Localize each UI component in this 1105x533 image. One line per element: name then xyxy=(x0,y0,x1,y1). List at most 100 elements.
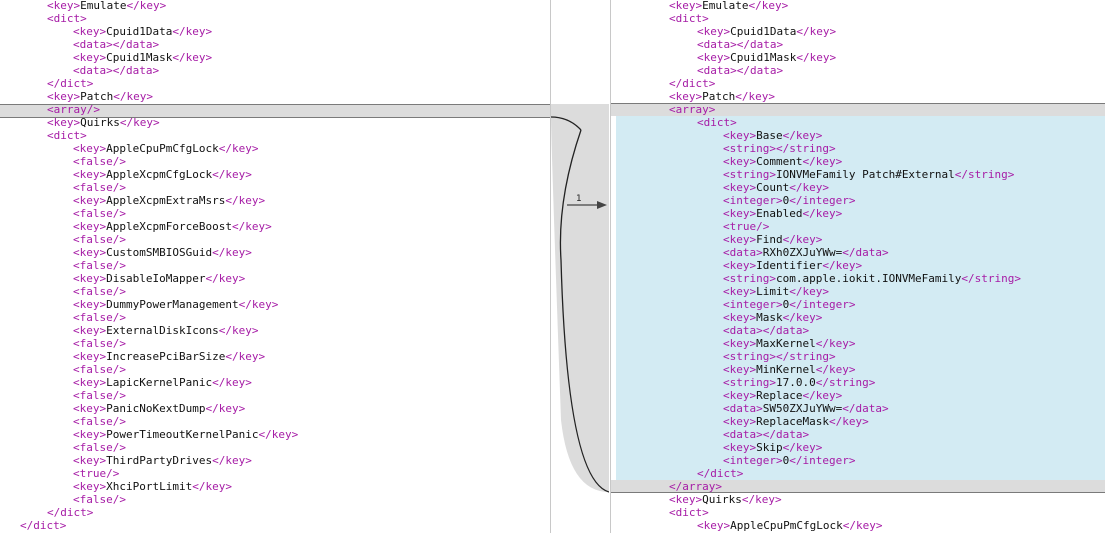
xml-tag: <false/> xyxy=(73,285,126,298)
left-code-line: <key>XhciPortLimit</key> xyxy=(0,480,550,493)
left-code-line: <key>Emulate</key> xyxy=(0,0,550,12)
change-connector-fill xyxy=(551,104,609,492)
xml-tag: </key> xyxy=(782,311,823,324)
right-code-line: <integer>0</integer> xyxy=(611,194,1105,207)
xml-tag: <key> xyxy=(723,233,757,246)
xml-text: Cpuid1Mask xyxy=(730,51,797,64)
xml-tag: <key> xyxy=(723,311,757,324)
xml-tag: <key> xyxy=(73,298,107,311)
left-code-line: <key>PowerTimeoutKernelPanic</key> xyxy=(0,428,550,441)
right-code-line: <data>RXh0ZXJuYWw=</data> xyxy=(611,246,1105,259)
xml-tag: <key> xyxy=(73,350,107,363)
xml-tag: <key> xyxy=(723,337,757,350)
xml-tag: <data></data> xyxy=(723,428,810,441)
xml-tag: <key> xyxy=(723,181,757,194)
xml-tag: </dict> xyxy=(669,77,716,90)
xml-tag: </key> xyxy=(212,376,252,389)
xml-tag: </data> xyxy=(842,402,889,415)
xml-tag: <key> xyxy=(73,168,107,181)
xml-text: DisableIoMapper xyxy=(106,272,206,285)
xml-tag: <array> xyxy=(669,103,716,116)
xml-tag: </key> xyxy=(205,272,246,285)
xml-text: RXh0ZXJuYWw= xyxy=(762,246,843,259)
xml-text: XhciPortLimit xyxy=(106,480,193,493)
xml-tag: </dict> xyxy=(20,519,67,532)
left-file-pane[interactable]: <key>Emulate</key> <dict> <key>Cpuid1Data<… xyxy=(0,0,551,533)
right-file-pane[interactable]: <key>Emulate</key> <dict> <key>Cpuid1Data<… xyxy=(610,0,1105,533)
change-count-label: 1 xyxy=(576,194,582,204)
right-code-line: <key>Quirks</key> xyxy=(611,493,1105,506)
right-code-line: <key>MinKernel</key> xyxy=(611,363,1105,376)
xml-text: Identifier xyxy=(756,259,823,272)
left-code-line: <false/> xyxy=(0,285,550,298)
xml-tag: </data> xyxy=(842,246,889,259)
left-code-line: <key>AppleXcpmForceBoost</key> xyxy=(0,220,550,233)
xml-tag: <key> xyxy=(73,402,107,415)
xml-text: AppleCpuPmCfgLock xyxy=(106,142,219,155)
xml-text: DummyPowerManagement xyxy=(106,298,239,311)
xml-tag: </key> xyxy=(802,207,843,220)
xml-tag: </array> xyxy=(669,480,722,493)
xml-tag: </key> xyxy=(225,350,266,363)
xml-tag: <false/> xyxy=(73,363,126,376)
right-code-line: <key>Limit</key> xyxy=(611,285,1105,298)
xml-text: MaxKernel xyxy=(756,337,816,350)
xml-tag: <key> xyxy=(723,259,757,272)
xml-tag: <key> xyxy=(723,155,757,168)
xml-tag: <dict> xyxy=(47,129,87,142)
xml-tag: </key> xyxy=(815,337,856,350)
xml-text: AppleXcpmForceBoost xyxy=(106,220,232,233)
right-code-line: </dict> xyxy=(611,467,1105,480)
right-code-line: <integer>0</integer> xyxy=(611,298,1105,311)
xml-tag: </string> xyxy=(961,272,1022,285)
left-code-line: <key>IncreasePciBarSize</key> xyxy=(0,350,550,363)
left-code-line: <key>Quirks</key> xyxy=(0,116,550,129)
xml-tag: </key> xyxy=(172,25,213,38)
xml-tag: </integer> xyxy=(789,298,856,311)
xml-text: Replace xyxy=(756,389,803,402)
right-code-line: <integer>0</integer> xyxy=(611,454,1105,467)
xml-text: Patch xyxy=(702,90,736,103)
xml-tag: <false/> xyxy=(73,337,126,350)
xml-tag: </integer> xyxy=(789,194,856,207)
xml-tag: <data></data> xyxy=(723,324,810,337)
xml-text: Base xyxy=(756,129,783,142)
xml-text: Count xyxy=(756,181,790,194)
xml-tag: <key> xyxy=(73,194,107,207)
left-code-line: <key>CustomSMBIOSGuid</key> xyxy=(0,246,550,259)
xml-tag: <key> xyxy=(697,519,731,532)
right-code-line: <key>Skip</key> xyxy=(611,441,1105,454)
xml-tag: </key> xyxy=(782,129,823,142)
xml-text: ReplaceMask xyxy=(756,415,829,428)
xml-tag: <key> xyxy=(669,0,703,12)
xml-tag: <key> xyxy=(73,220,107,233)
xml-tag: <integer> xyxy=(723,298,783,311)
right-code-line: <key>Mask</key> xyxy=(611,311,1105,324)
right-code-line: <data>SW50ZXJuYWw=</data> xyxy=(611,402,1105,415)
xml-text: ExternalDiskIcons xyxy=(106,324,219,337)
xml-tag: <false/> xyxy=(73,233,126,246)
right-code-line: <key>Cpuid1Mask</key> xyxy=(611,51,1105,64)
xml-tag: <false/> xyxy=(73,389,126,402)
xml-tag: </key> xyxy=(231,220,272,233)
xml-tag: <key> xyxy=(47,0,81,12)
xml-tag: </key> xyxy=(172,51,213,64)
left-code-line: </dict> xyxy=(0,506,550,519)
left-code-line: <false/> xyxy=(0,155,550,168)
left-code-line: <false/> xyxy=(0,181,550,194)
xml-text: 17.0.0 xyxy=(775,376,816,389)
xml-tag: <key> xyxy=(47,90,81,103)
xml-tag: </key> xyxy=(218,324,259,337)
xml-tag: </key> xyxy=(192,480,232,493)
right-code-line: <key>Identifier</key> xyxy=(611,259,1105,272)
left-code-line: <key>Cpuid1Mask</key> xyxy=(0,51,550,64)
xml-tag: <true/> xyxy=(73,467,120,480)
xml-text: Quirks xyxy=(702,493,742,506)
diff-gutter: 1 xyxy=(551,0,609,533)
right-code-line: <key>Replace</key> xyxy=(611,389,1105,402)
left-code-line: <false/> xyxy=(0,493,550,506)
xml-text: AppleCpuPmCfgLock xyxy=(730,519,843,532)
right-code-line: <key>MaxKernel</key> xyxy=(611,337,1105,350)
xml-tag: <false/> xyxy=(73,181,126,194)
xml-tag: </string> xyxy=(954,168,1015,181)
